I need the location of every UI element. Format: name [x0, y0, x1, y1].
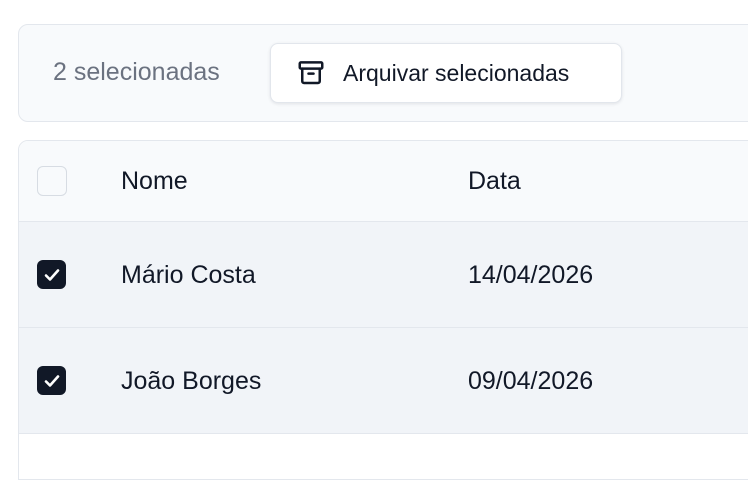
archive-selected-button[interactable]: Arquivar selecionadas: [270, 43, 622, 103]
table-row[interactable]: João Borges 09/04/2026: [19, 328, 748, 434]
cell-nome: Mário Costa: [121, 261, 256, 289]
row-checkbox[interactable]: [37, 260, 66, 289]
data-table: Nome Data Mário Costa 14/04/2026 João Bo…: [18, 140, 748, 480]
column-header-nome[interactable]: Nome: [121, 167, 188, 196]
archive-icon: [295, 57, 327, 89]
checkmark-icon: [44, 268, 59, 281]
cell-data: 14/04/2026: [468, 261, 594, 289]
table-row-partial: [19, 434, 748, 479]
select-all-checkbox[interactable]: [37, 166, 67, 196]
bulk-action-toolbar: 2 selecionadas Arquivar selecionadas: [18, 24, 748, 122]
table-header-row: Nome Data: [19, 141, 748, 222]
cell-nome: João Borges: [121, 367, 262, 395]
checkmark-icon: [44, 374, 59, 387]
archive-selected-label: Arquivar selecionadas: [343, 59, 570, 86]
table-row[interactable]: Mário Costa 14/04/2026: [19, 222, 748, 328]
cell-data: 09/04/2026: [468, 367, 594, 395]
row-checkbox[interactable]: [37, 366, 66, 395]
selection-count: 2 selecionadas: [53, 58, 220, 86]
column-header-data[interactable]: Data: [468, 167, 521, 196]
